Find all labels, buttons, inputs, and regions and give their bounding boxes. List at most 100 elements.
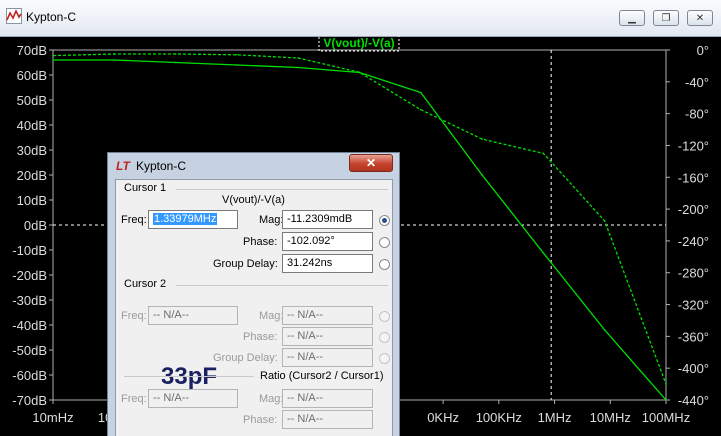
- left-axis-tick-label: 0dB: [24, 218, 47, 233]
- magnitude-data-point: [113, 59, 116, 61]
- x-axis-tick-label: 100MHz: [642, 410, 690, 425]
- ratio-divider-left: [124, 376, 254, 377]
- left-axis-tick-label: 30dB: [17, 143, 47, 158]
- cursor2-group-delay-label: Group Delay:: [213, 352, 278, 364]
- right-axis-tick-label: -320°: [678, 298, 709, 313]
- magnitude-data-point: [297, 66, 300, 69]
- right-axis-tick-label: -400°: [678, 361, 709, 376]
- phase-data-point: [236, 53, 238, 56]
- phase-data-point: [113, 53, 116, 55]
- magnitude-data-point: [542, 252, 545, 254]
- phase-data-point: [420, 108, 422, 111]
- ratio-group-label: Ratio (Cursor2 / Cursor1): [260, 370, 384, 382]
- cursor2-freq-field: -- N/A--: [148, 306, 238, 325]
- phase-data-point: [297, 57, 300, 59]
- left-axis-tick-label: 10dB: [17, 193, 47, 208]
- minimize-button[interactable]: ▁: [619, 10, 645, 26]
- cursor1-group-delay-field: 31.242ns: [282, 254, 373, 273]
- left-axis-tick-label: -70dB: [12, 393, 47, 408]
- cursor2-mag-radio: [379, 311, 390, 322]
- left-axis-tick-label: -10dB: [12, 243, 47, 258]
- trace-label[interactable]: V(vout)/-V(a): [323, 36, 394, 50]
- left-axis-tick-label: 20dB: [17, 168, 47, 183]
- cursor2-group-delay-field: -- N/A--: [282, 348, 373, 367]
- cursor2-mag-label: Mag:: [259, 310, 284, 322]
- ratio-mag-label: Mag:: [259, 393, 284, 405]
- magnitude-data-point: [603, 329, 606, 331]
- cursor2-phase-radio: [379, 332, 390, 343]
- cursor2-group-label: Cursor 2: [124, 278, 167, 290]
- cursor1-phase-field: -102.092°: [282, 232, 373, 251]
- right-axis-tick-label: -80°: [685, 107, 709, 122]
- cursor2-phase-label: Phase:: [243, 331, 278, 343]
- cursor1-freq-label: Freq:: [121, 214, 147, 226]
- magnitude-data-point: [174, 61, 177, 64]
- dialog-title-bar[interactable]: LT Kypton-C ✕: [108, 153, 399, 177]
- cursor1-mag-field: -11.2309mdB: [282, 210, 373, 229]
- ratio-phase-field: -- N/A--: [282, 410, 373, 429]
- close-window-button[interactable]: ✕: [687, 10, 713, 26]
- x-axis-tick-label: 1MHz: [538, 410, 572, 425]
- x-axis-tick-label: 100KHz: [476, 410, 522, 425]
- ratio-freq-label: Freq:: [121, 393, 147, 405]
- ratio-phase-label: Phase:: [243, 414, 278, 426]
- waveform-window: Kypton-C ▁ ❐ ✕ 70dB 60dB 50dB 40dB 30dB 20dB 1…: [0, 0, 721, 436]
- ltspice-logo-icon: LT: [116, 159, 130, 173]
- phase-data-point: [665, 383, 667, 385]
- capacitance-annotation: 33pF: [161, 363, 218, 390]
- magnitude-data-point: [420, 91, 422, 94]
- left-axis-tick-label: 40dB: [17, 118, 47, 133]
- waveform-app-icon: [6, 8, 22, 24]
- dialog-title: Kypton-C: [136, 159, 187, 173]
- right-axis-tick-label: -280°: [678, 266, 709, 281]
- right-axis-tick-label: -240°: [678, 234, 709, 249]
- magnitude-data-point: [236, 64, 238, 66]
- cursor2-mag-field: -- N/A--: [282, 306, 373, 325]
- phase-data-point: [358, 71, 361, 74]
- cursor-dialog: LT Kypton-C ✕ Cursor 1 V(vout)/-V(a) Fre…: [107, 152, 400, 436]
- cursor1-group-delay-radio[interactable]: [379, 259, 390, 270]
- cursor1-freq-input[interactable]: 1.33979MHz: [148, 210, 238, 229]
- restore-button[interactable]: ❐: [653, 10, 679, 26]
- cursor2-group-delay-radio: [379, 353, 390, 364]
- dialog-close-button[interactable]: ✕: [349, 154, 393, 172]
- ratio-freq-field: -- N/A--: [148, 389, 238, 408]
- cursor1-mag-radio[interactable]: [379, 215, 390, 226]
- cursor1-expression: V(vout)/-V(a): [222, 194, 285, 206]
- left-axis-tick-label: 60dB: [17, 68, 47, 83]
- cursor1-freq-value: 1.33979MHz: [153, 213, 218, 225]
- left-axis-tick-label: -20dB: [12, 268, 47, 283]
- right-axis-tick-label: -120°: [678, 138, 709, 153]
- cursor1-group-label: Cursor 1: [124, 182, 167, 194]
- phase-data-point: [52, 54, 54, 57]
- title-bar: Kypton-C ▁ ❐ ✕: [0, 0, 721, 37]
- cursor2-divider: [176, 285, 388, 286]
- magnitude-data-point: [665, 399, 667, 401]
- right-axis-tick-label: -440°: [678, 393, 709, 408]
- cursor1-phase-radio[interactable]: [379, 237, 390, 248]
- cursor2-phase-field: -- N/A--: [282, 327, 373, 346]
- left-axis-tick-label: -60dB: [12, 368, 47, 383]
- left-axis-tick-label: -40dB: [12, 318, 47, 333]
- cursor1-divider: [176, 189, 388, 190]
- phase-data-point: [481, 138, 483, 140]
- right-axis-tick-label: -360°: [678, 329, 709, 344]
- right-axis-tick-label: -200°: [678, 202, 709, 217]
- x-axis-tick-label: 10mHz: [32, 410, 73, 425]
- ratio-mag-field: -- N/A--: [282, 389, 373, 408]
- x-axis-tick-label: 10MHz: [590, 410, 631, 425]
- x-axis-tick-label: 0KHz: [427, 410, 459, 425]
- magnitude-data-point: [481, 174, 483, 176]
- phase-data-point: [542, 152, 545, 155]
- right-axis-tick-label: -40°: [685, 75, 709, 90]
- right-axis-tick-label: -160°: [678, 170, 709, 185]
- phase-data-point: [174, 53, 177, 55]
- left-axis-tick-label: -30dB: [12, 293, 47, 308]
- cursor1-phase-label: Phase:: [243, 236, 278, 248]
- cursor2-freq-label: Freq:: [121, 310, 147, 322]
- right-axis-tick-label: 0°: [697, 43, 709, 58]
- cursor1-mag-label: Mag:: [259, 214, 284, 226]
- magnitude-data-point: [52, 59, 54, 61]
- left-axis-tick-label: 50dB: [17, 93, 47, 108]
- cursor1-group-delay-label: Group Delay:: [213, 258, 278, 270]
